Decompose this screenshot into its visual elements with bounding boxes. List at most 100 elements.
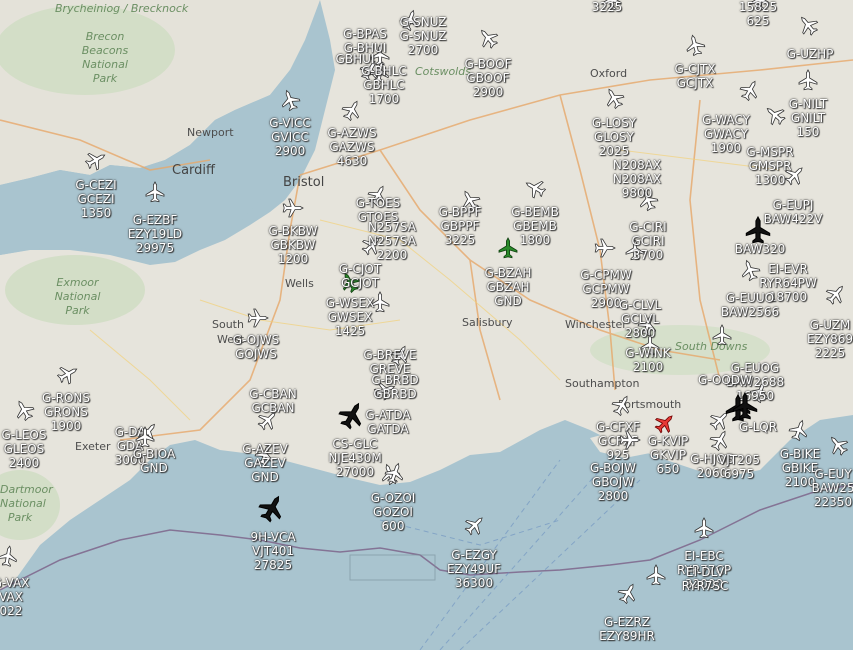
- aircraft-label[interactable]: 3225: [592, 0, 623, 14]
- aircraft-icon[interactable]: [341, 100, 362, 122]
- aircraft-label[interactable]: G-CLVL GCLVL 2800: [619, 298, 661, 340]
- aircraft-icon[interactable]: [498, 237, 518, 259]
- aircraft-icon[interactable]: [611, 395, 632, 417]
- aircraft-icon[interactable]: [247, 308, 269, 328]
- aircraft-icon[interactable]: [258, 495, 282, 523]
- aircraft-label[interactable]: G-VAXVAX022: [0, 576, 29, 618]
- aircraft-label[interactable]: G-BEMB GBEMB 1800: [511, 205, 559, 247]
- aircraft-label[interactable]: G-BREVE GREVE: [363, 348, 416, 376]
- aircraft-label[interactable]: G-CEZI GCEZI 1350: [75, 178, 116, 220]
- aircraft-label[interactable]: G-BOOF GBOOF 2900: [464, 57, 511, 99]
- aircraft-label[interactable]: G-NILT GNILT 150: [789, 97, 828, 139]
- aircraft-label[interactable]: G-WINK 2100: [625, 346, 670, 374]
- aircraft-icon[interactable]: [694, 517, 714, 539]
- aircraft-label[interactable]: 9H-VCA VJT401 27825: [250, 530, 295, 572]
- aircraft-label-line: G-AZWS: [327, 126, 377, 140]
- place-cardiff: Cardiff: [172, 163, 215, 178]
- aircraft-label[interactable]: G-LQR: [739, 420, 777, 434]
- aircraft-icon[interactable]: [709, 430, 730, 452]
- aircraft-label[interactable]: EI-DLV RYR7SC: [682, 565, 729, 593]
- aircraft-icon[interactable]: [788, 419, 809, 442]
- aircraft-label[interactable]: G-BPAS G-BHUI: [343, 27, 387, 55]
- aircraft-label-line: G-BIOA: [132, 447, 176, 461]
- aircraft-label[interactable]: G-EZGY EZY49UF 36300: [447, 548, 501, 590]
- aircraft-label[interactable]: G-CBAN GCBAN: [249, 387, 296, 415]
- aircraft-icon[interactable]: [619, 430, 641, 450]
- aircraft-label-line: 022: [0, 604, 23, 618]
- aircraft-label[interactable]: G-UZM EZY869 2225: [807, 318, 853, 360]
- aircraft-label[interactable]: G-EUY BAW25 22350: [812, 467, 853, 509]
- aircraft-label-line: GLEOS: [3, 442, 45, 456]
- aircraft-label-line: G-BEMB: [511, 205, 559, 219]
- aircraft-label[interactable]: VJT205 6975: [718, 453, 760, 481]
- aircraft-icon[interactable]: [280, 89, 301, 112]
- aircraft-label[interactable]: G-WSEX GWSEX 1425: [326, 296, 374, 338]
- aircraft-label[interactable]: G-BHLC GBHLC 1700: [361, 64, 407, 106]
- aircraft-label[interactable]: BAW320: [735, 242, 786, 256]
- aircraft-icon[interactable]: [56, 364, 78, 385]
- aircraft-icon[interactable]: [646, 564, 666, 586]
- aircraft-label[interactable]: N208AX N208AX 9800: [613, 158, 661, 200]
- aircraft-icon[interactable]: [617, 583, 638, 605]
- aircraft-label[interactable]: G-VICC GVICC 2900: [269, 116, 310, 158]
- aircraft-label[interactable]: G-CJTX GCJTX: [674, 62, 715, 90]
- aircraft-icon[interactable]: [464, 515, 485, 536]
- aircraft-label-line: 2700: [407, 43, 439, 57]
- aircraft-label[interactable]: G-EUUO BAW2566: [721, 291, 779, 319]
- aircraft-label[interactable]: G-RONS GRONS 1900: [42, 391, 90, 433]
- aircraft-label[interactable]: G-UZHP: [787, 47, 834, 61]
- aircraft-label[interactable]: G-LOSY GLOSY 2025: [592, 116, 636, 158]
- aircraft-icon[interactable]: [338, 402, 362, 430]
- aircraft-icon[interactable]: [732, 391, 758, 420]
- aircraft-label[interactable]: G-OZOI GOZOI 600: [371, 491, 416, 533]
- aircraft-icon[interactable]: [14, 400, 35, 422]
- aircraft-label[interactable]: G-EZRZ EZY89HR: [599, 615, 655, 643]
- aircraft-label[interactable]: G-BOJW GBOJW 2800: [590, 461, 636, 503]
- aircraft-label[interactable]: G-BZAH GBZAH GND: [485, 266, 532, 308]
- aircraft-icon[interactable]: [712, 324, 732, 346]
- aircraft-icon[interactable]: [0, 545, 18, 567]
- aircraft-label[interactable]: N257SA N257SA 2200: [368, 220, 416, 262]
- aircraft-label[interactable]: G-BKBW GBKBW 1200: [269, 224, 318, 266]
- aircraft-label[interactable]: G-KVIP GKVIP 650: [648, 434, 688, 476]
- aircraft-label[interactable]: CS-GLC NJE430M 27000: [328, 437, 381, 479]
- aircraft-label[interactable]: G-WACY GWACY 1900: [702, 113, 750, 155]
- aircraft-label[interactable]: 15825 625: [739, 0, 777, 28]
- aircraft-label-line: G-BOJW: [589, 461, 637, 475]
- aircraft-icon[interactable]: [740, 259, 761, 282]
- aircraft-label[interactable]: G-LEOS GLEOS 2400: [2, 428, 47, 470]
- aircraft-icon[interactable]: [604, 88, 625, 110]
- aircraft-label[interactable]: G-ATDA GATDA: [365, 408, 410, 436]
- aircraft-icon[interactable]: [784, 165, 805, 186]
- aircraft-icon[interactable]: [384, 462, 405, 485]
- aircraft-label[interactable]: G-EUPJ BAW422V: [764, 198, 823, 226]
- aircraft-icon[interactable]: [685, 34, 706, 57]
- aircraft-icon[interactable]: [765, 105, 786, 126]
- aircraft-icon[interactable]: [798, 15, 819, 36]
- aircraft-icon[interactable]: [525, 178, 547, 199]
- selected-aircraft-icon[interactable]: [654, 413, 675, 434]
- aircraft-label[interactable]: G-CJOT GCJOT: [339, 262, 381, 290]
- aircraft-label[interactable]: G-AZWS GAZWS 4630: [327, 126, 376, 168]
- aircraft-label[interactable]: G-BRBD GBRBD: [371, 373, 418, 401]
- aircraft-icon[interactable]: [282, 198, 304, 218]
- aircraft-icon[interactable]: [135, 426, 155, 448]
- aircraft-icon[interactable]: [84, 150, 106, 171]
- aircraft-icon[interactable]: [745, 215, 771, 244]
- aircraft-label[interactable]: G-OJWS GOJWS: [233, 333, 279, 361]
- aircraft-icon[interactable]: [798, 69, 818, 91]
- aircraft-icon[interactable]: [828, 435, 849, 456]
- aircraft-label[interactable]: G-OODW: [698, 373, 752, 387]
- aircraft-icon[interactable]: [478, 28, 499, 49]
- aircraft-label[interactable]: G-BIOA GND: [133, 447, 175, 475]
- aircraft-icon[interactable]: [739, 80, 760, 102]
- aircraft-label[interactable]: G-EZBF EZY19LD 29975: [128, 213, 182, 255]
- aircraft-label[interactable]: G-AZEV GAZEV GND: [242, 442, 288, 484]
- aircraft-label[interactable]: G-CIRI GCIRI 3700: [629, 220, 666, 262]
- aircraft-label-line: G-LQR: [738, 420, 778, 434]
- aircraft-label[interactable]: G-SNUZ G-SNUZ 2700: [399, 15, 446, 57]
- aircraft-icon[interactable]: [825, 284, 846, 305]
- aircraft-icon[interactable]: [145, 181, 165, 203]
- aircraft-label[interactable]: G-BPPF GBPPF 3225: [439, 205, 482, 247]
- aircraft-icon[interactable]: [594, 238, 616, 258]
